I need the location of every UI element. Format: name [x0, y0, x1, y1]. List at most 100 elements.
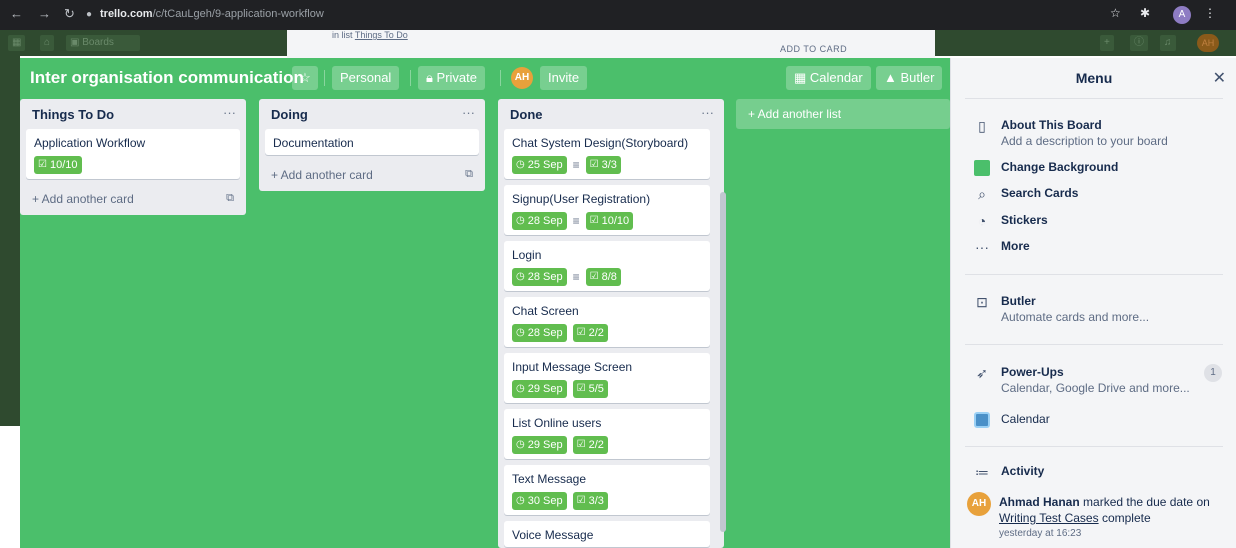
- checklist-badge: ☑ 2/2: [572, 324, 608, 342]
- due-date-badge[interactable]: ◷ 30 Sep: [512, 492, 567, 510]
- card[interactable]: Signup(User Registration) ◷ 28 Sep ≡ ☑ 10/…: [504, 185, 710, 235]
- calendar-button[interactable]: ▦ Calendar: [786, 66, 871, 90]
- activity-user[interactable]: Ahmad Hanan: [999, 495, 1080, 509]
- list-things-to-do: Things To Do ··· Application Workflow ☑ 1…: [20, 99, 246, 215]
- add-card-button[interactable]: + Add another card ⧉: [259, 161, 485, 191]
- clock-icon: ◷: [516, 215, 525, 226]
- list-scrollbar[interactable]: [720, 192, 726, 532]
- forward-icon[interactable]: →: [38, 6, 51, 21]
- menu-title: Menu: [1075, 70, 1113, 86]
- background-swatch-icon: [973, 160, 991, 179]
- address-bar[interactable]: trello.com/c/tCauLgeh/9-application-work…: [100, 8, 324, 20]
- sticker-icon: ◔: [977, 213, 987, 229]
- calendar-icon: [973, 412, 991, 431]
- activity-icon: ≔: [975, 464, 989, 480]
- privacy-label: Private: [436, 70, 478, 85]
- activity-time[interactable]: yesterday at 16:23: [999, 528, 1081, 539]
- checklist-count: 10/10: [601, 215, 630, 227]
- profile-avatar[interactable]: A: [1173, 6, 1191, 24]
- list-menu-icon[interactable]: ···: [462, 105, 475, 120]
- checklist-icon: ☑: [576, 439, 586, 450]
- checklist-count: 3/3: [601, 159, 617, 171]
- list-menu-icon[interactable]: ···: [701, 105, 714, 120]
- board-header: Inter organisation communication ☆ Perso…: [20, 58, 950, 98]
- header-divider: [500, 70, 501, 86]
- list-title[interactable]: Doing: [271, 107, 308, 122]
- boards-button: ▣ Boards: [66, 35, 140, 51]
- due-date-badge[interactable]: ◷ 25 Sep: [512, 156, 567, 174]
- star-icon: ☆: [299, 70, 311, 85]
- invite-button[interactable]: Invite: [540, 66, 588, 90]
- member-avatar[interactable]: AH: [511, 67, 533, 89]
- due-date-badge[interactable]: ◷ 28 Sep: [512, 268, 567, 286]
- list-header: Things To Do ···: [20, 99, 246, 129]
- card[interactable]: Voice Message: [504, 521, 710, 547]
- due-date-badge[interactable]: ◷ 29 Sep: [512, 436, 567, 454]
- list-done: Done ··· Chat System Design(Storyboard) …: [498, 99, 724, 548]
- due-date: 29 Sep: [527, 383, 563, 395]
- card-title: Chat Screen: [512, 304, 579, 318]
- clock-icon: ◷: [516, 159, 525, 170]
- header-divider: [410, 70, 411, 86]
- add-list-button[interactable]: + Add another list: [736, 99, 950, 129]
- bookmark-star-icon[interactable]: ☆: [1110, 6, 1121, 20]
- modal-list-link[interactable]: Things To Do: [355, 30, 408, 40]
- card[interactable]: Chat Screen ◷ 28 Sep ☑ 2/2: [504, 297, 710, 347]
- card-template-icon[interactable]: ⧉: [226, 192, 234, 205]
- card-template-icon[interactable]: ⧉: [465, 168, 473, 181]
- back-icon[interactable]: ←: [10, 6, 23, 21]
- activity-card-link[interactable]: Writing Test Cases: [999, 511, 1099, 525]
- team-visibility-button[interactable]: Personal: [332, 66, 400, 90]
- checklist-count: 10/10: [49, 159, 78, 171]
- due-date-badge[interactable]: ◷ 28 Sep: [512, 212, 567, 230]
- add-card-button[interactable]: + Add another card ⧉: [20, 185, 246, 215]
- checklist-badge: ☑ 10/10: [585, 212, 634, 230]
- checklist-count: 3/3: [588, 495, 604, 507]
- header-divider: [324, 70, 325, 86]
- checklist-icon: ☑: [589, 215, 599, 226]
- robot-icon: ⊡: [976, 294, 988, 310]
- clock-icon: ◷: [516, 271, 525, 282]
- header-avatar: AH: [1197, 34, 1219, 52]
- clock-icon: ◷: [516, 327, 525, 338]
- modal-list-info: in list Things To Do: [332, 30, 408, 40]
- list-menu-icon[interactable]: ···: [223, 105, 236, 120]
- close-icon[interactable]: ✕: [1213, 68, 1226, 88]
- list-title[interactable]: Done: [510, 107, 543, 122]
- card-title: Signup(User Registration): [512, 192, 651, 206]
- card-badges: ◷ 28 Sep ≡ ☑ 8/8: [512, 267, 702, 287]
- star-board-button[interactable]: ☆: [292, 66, 318, 90]
- clock-icon: ◷: [516, 495, 525, 506]
- checklist-badge: ☑ 3/3: [572, 492, 608, 510]
- butler-button[interactable]: ▲ Butler: [876, 66, 943, 90]
- description-icon: ≡: [572, 214, 580, 228]
- list-title[interactable]: Things To Do: [32, 107, 114, 122]
- card[interactable]: Application Workflow ☑ 10/10: [26, 129, 240, 179]
- checklist-icon: ☑: [38, 159, 47, 170]
- card-badges: ◷ 25 Sep ≡ ☑ 3/3: [512, 155, 702, 175]
- apps-icon: ▦: [8, 35, 26, 51]
- card-title: Text Message: [512, 472, 587, 486]
- card[interactable]: Chat System Design(Storyboard) ◷ 25 Sep ≡…: [504, 129, 710, 179]
- reload-icon[interactable]: ↻: [64, 6, 75, 22]
- add-card-label: + Add another card: [32, 192, 134, 206]
- menu-divider: [965, 344, 1223, 345]
- activity-suffix: complete: [1101, 511, 1151, 525]
- card[interactable]: Input Message Screen ◷ 29 Sep ☑ 5/5: [504, 353, 710, 403]
- card-badges: ◷ 29 Sep ☑ 5/5: [512, 379, 702, 399]
- activity-entry: Ahmad Hanan marked the due date on Writi…: [999, 494, 1229, 526]
- extensions-icon[interactable]: ✱: [1140, 6, 1150, 20]
- card[interactable]: Text Message ◷ 30 Sep ☑ 3/3: [504, 465, 710, 515]
- browser-menu-icon[interactable]: ⋮: [1204, 6, 1216, 20]
- card-title: Login: [512, 248, 542, 262]
- description-icon: ≡: [572, 158, 580, 172]
- list-doing: Doing ··· Documentation + Add another ca…: [259, 99, 485, 191]
- card[interactable]: List Online users ◷ 29 Sep ☑ 2/2: [504, 409, 710, 459]
- due-date-badge[interactable]: ◷ 29 Sep: [512, 380, 567, 398]
- privacy-button[interactable]: 🔒︎ Private: [418, 66, 486, 90]
- due-date-badge[interactable]: ◷ 28 Sep: [512, 324, 567, 342]
- card[interactable]: Login ◷ 28 Sep ≡ ☑ 8/8: [504, 241, 710, 291]
- board-title[interactable]: Inter organisation communication: [30, 68, 304, 88]
- activity-avatar[interactable]: AH: [967, 492, 991, 516]
- card[interactable]: Documentation: [265, 129, 479, 155]
